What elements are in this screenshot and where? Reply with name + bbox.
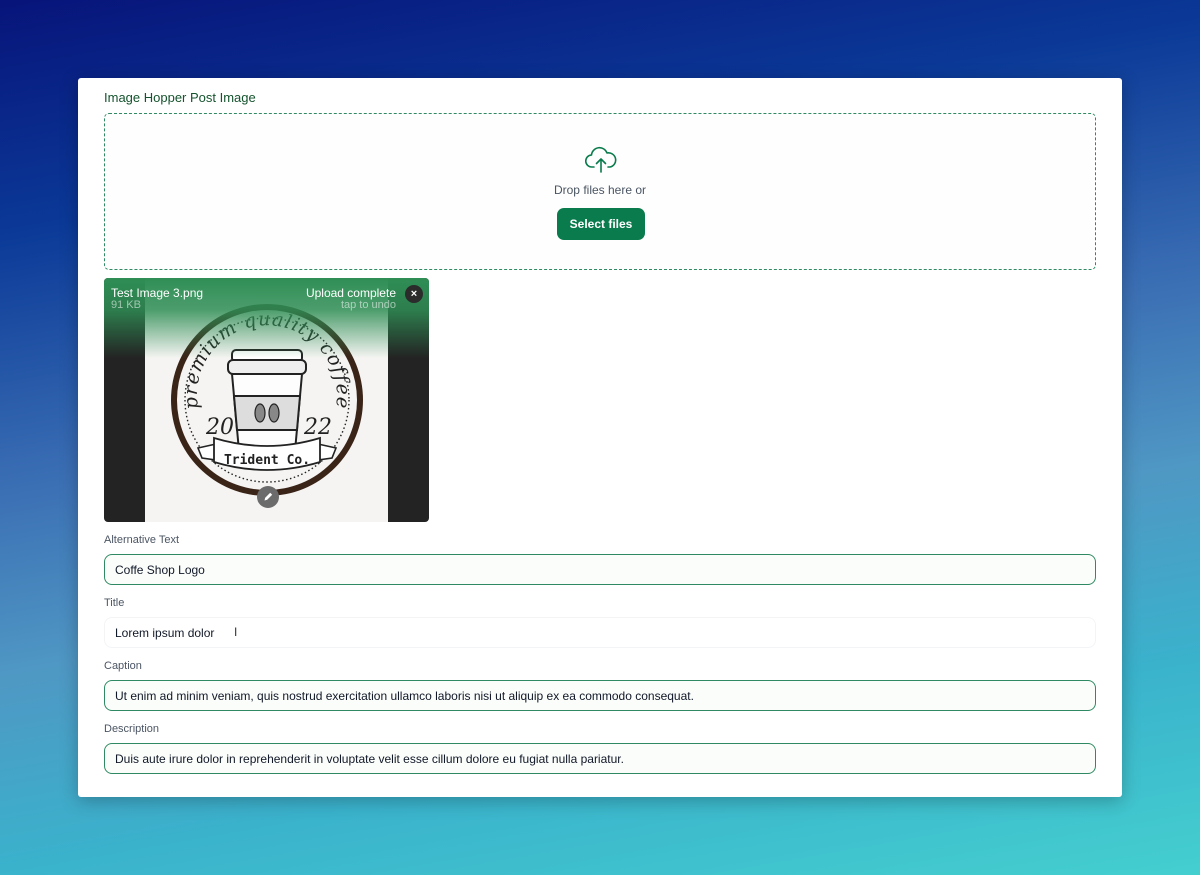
select-files-button[interactable]: Select files xyxy=(557,208,645,240)
title-input[interactable] xyxy=(104,617,1096,648)
title-label: Title xyxy=(104,597,125,609)
file-dropzone[interactable]: Drop files here or Select files xyxy=(104,113,1096,270)
drop-files-text: Drop files here or xyxy=(553,183,647,197)
image-upload-card: Image Hopper Post Image Drop files here … xyxy=(78,78,1122,797)
alt-text-input[interactable] xyxy=(104,554,1096,585)
description-label: Description xyxy=(104,723,160,735)
caption-label: Caption xyxy=(104,660,142,672)
caption-input[interactable] xyxy=(104,680,1096,711)
file-name: Test Image 3.png xyxy=(111,286,204,300)
alt-text-label: Alternative Text xyxy=(104,534,180,546)
logo-year-right: 22 xyxy=(303,415,332,440)
upload-status: Upload complete xyxy=(305,286,396,300)
description-input[interactable] xyxy=(104,743,1096,774)
text-cursor-icon: I xyxy=(234,625,238,639)
logo-banner-text: Trident Co. xyxy=(224,453,310,468)
cloud-upload-icon xyxy=(585,146,617,173)
tap-to-undo[interactable]: tap to undo xyxy=(341,299,396,311)
remove-file-button[interactable]: × xyxy=(405,285,423,303)
logo-year-left: 20 xyxy=(205,415,234,440)
pencil-icon xyxy=(264,492,273,501)
edit-image-button[interactable] xyxy=(257,486,279,508)
image-preview: premium quality coffee 20 22 Trident Co.… xyxy=(104,278,429,522)
field-title: Image Hopper Post Image xyxy=(104,90,256,105)
file-size: 91 KB xyxy=(111,299,141,311)
